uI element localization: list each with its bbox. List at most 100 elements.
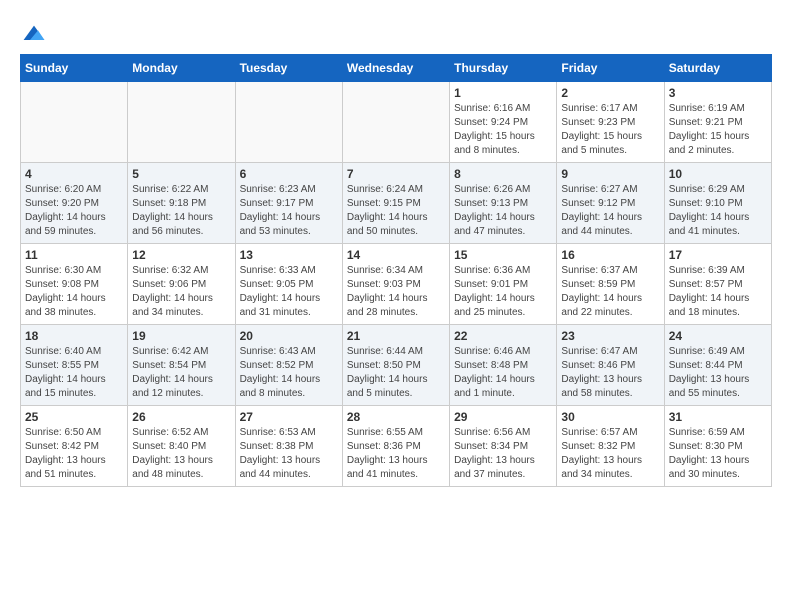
calendar-day-cell: 11 Sunrise: 6:30 AM Sunset: 9:08 PM Dayli… — [21, 244, 128, 325]
day-number: 18 — [25, 329, 123, 343]
day-number: 19 — [132, 329, 230, 343]
day-info: Sunrise: 6:17 AM Sunset: 9:23 PM Dayligh… — [561, 102, 659, 158]
calendar-week-row: 11 Sunrise: 6:30 AM Sunset: 9:08 PM Dayli… — [21, 244, 772, 325]
calendar-day-cell: 8Sunrise: 6:26 AM Sunset: 9:13 PM Daylig… — [450, 163, 557, 244]
calendar-day-cell: 3Sunrise: 6:19 AM Sunset: 9:21 PM Daylig… — [664, 82, 771, 163]
calendar-table: SundayMondayTuesdayWednesdayThursdayFrid… — [20, 54, 772, 487]
day-number: 27 — [240, 410, 338, 424]
logo-icon — [22, 20, 46, 44]
day-number: 30 — [561, 410, 659, 424]
day-info: Sunrise: 6:55 AM Sunset: 8:36 PM Dayligh… — [347, 426, 445, 482]
calendar-day-cell: 6Sunrise: 6:23 AM Sunset: 9:17 PM Daylig… — [235, 163, 342, 244]
day-number: 25 — [25, 410, 123, 424]
calendar-day-cell: 5 Sunrise: 6:22 AM Sunset: 9:18 PM Daylig… — [128, 163, 235, 244]
calendar-day-cell: 13 Sunrise: 6:33 AM Sunset: 9:05 PM Dayli… — [235, 244, 342, 325]
calendar-day-cell — [342, 82, 449, 163]
calendar-day-header: Sunday — [21, 55, 128, 82]
day-number: 31 — [669, 410, 767, 424]
day-number: 10 — [669, 167, 767, 181]
calendar-day-cell — [235, 82, 342, 163]
calendar-day-header: Thursday — [450, 55, 557, 82]
calendar-day-header: Saturday — [664, 55, 771, 82]
calendar-day-cell: 26 Sunrise: 6:52 AM Sunset: 8:40 PM Dayli… — [128, 406, 235, 487]
day-info: Sunrise: 6:46 AM Sunset: 8:48 PM Dayligh… — [454, 345, 552, 401]
day-number: 17 — [669, 248, 767, 262]
calendar-day-cell: 31 Sunrise: 6:59 AM Sunset: 8:30 PM Dayli… — [664, 406, 771, 487]
calendar-day-cell — [21, 82, 128, 163]
calendar-day-header: Wednesday — [342, 55, 449, 82]
calendar-day-cell: 19Sunrise: 6:42 AM Sunset: 8:54 PM Dayli… — [128, 325, 235, 406]
day-info: Sunrise: 6:23 AM Sunset: 9:17 PM Dayligh… — [240, 183, 338, 239]
day-info: Sunrise: 6:27 AM Sunset: 9:12 PM Dayligh… — [561, 183, 659, 239]
calendar-week-row: 1Sunrise: 6:16 AM Sunset: 9:24 PM Daylig… — [21, 82, 772, 163]
day-number: 14 — [347, 248, 445, 262]
day-info: Sunrise: 6:30 AM Sunset: 9:08 PM Dayligh… — [25, 264, 123, 320]
day-number: 20 — [240, 329, 338, 343]
day-info: Sunrise: 6:44 AM Sunset: 8:50 PM Dayligh… — [347, 345, 445, 401]
day-info: Sunrise: 6:20 AM Sunset: 9:20 PM Dayligh… — [25, 183, 123, 239]
calendar-day-cell: 21 Sunrise: 6:44 AM Sunset: 8:50 PM Dayli… — [342, 325, 449, 406]
day-number: 11 — [25, 248, 123, 262]
day-info: Sunrise: 6:39 AM Sunset: 8:57 PM Dayligh… — [669, 264, 767, 320]
logo — [20, 20, 46, 44]
day-info: Sunrise: 6:24 AM Sunset: 9:15 PM Dayligh… — [347, 183, 445, 239]
day-number: 8 — [454, 167, 552, 181]
calendar-day-cell: 29Sunrise: 6:56 AM Sunset: 8:34 PM Dayli… — [450, 406, 557, 487]
day-number: 21 — [347, 329, 445, 343]
day-info: Sunrise: 6:56 AM Sunset: 8:34 PM Dayligh… — [454, 426, 552, 482]
day-info: Sunrise: 6:50 AM Sunset: 8:42 PM Dayligh… — [25, 426, 123, 482]
calendar-day-cell: 10 Sunrise: 6:29 AM Sunset: 9:10 PM Dayli… — [664, 163, 771, 244]
day-number: 4 — [25, 167, 123, 181]
day-info: Sunrise: 6:49 AM Sunset: 8:44 PM Dayligh… — [669, 345, 767, 401]
calendar-day-cell: 16 Sunrise: 6:37 AM Sunset: 8:59 PM Dayli… — [557, 244, 664, 325]
calendar-day-cell: 15Sunrise: 6:36 AM Sunset: 9:01 PM Dayli… — [450, 244, 557, 325]
day-number: 28 — [347, 410, 445, 424]
calendar-day-cell: 27 Sunrise: 6:53 AM Sunset: 8:38 PM Dayli… — [235, 406, 342, 487]
calendar-day-cell — [128, 82, 235, 163]
day-number: 12 — [132, 248, 230, 262]
calendar-day-cell: 4 Sunrise: 6:20 AM Sunset: 9:20 PM Daylig… — [21, 163, 128, 244]
day-info: Sunrise: 6:52 AM Sunset: 8:40 PM Dayligh… — [132, 426, 230, 482]
calendar-day-cell: 30 Sunrise: 6:57 AM Sunset: 8:32 PM Dayli… — [557, 406, 664, 487]
calendar-header-row: SundayMondayTuesdayWednesdayThursdayFrid… — [21, 55, 772, 82]
day-info: Sunrise: 6:40 AM Sunset: 8:55 PM Dayligh… — [25, 345, 123, 401]
calendar-day-cell: 23 Sunrise: 6:47 AM Sunset: 8:46 PM Dayli… — [557, 325, 664, 406]
day-number: 5 — [132, 167, 230, 181]
day-info: Sunrise: 6:16 AM Sunset: 9:24 PM Dayligh… — [454, 102, 552, 158]
day-info: Sunrise: 6:37 AM Sunset: 8:59 PM Dayligh… — [561, 264, 659, 320]
day-info: Sunrise: 6:22 AM Sunset: 9:18 PM Dayligh… — [132, 183, 230, 239]
day-number: 23 — [561, 329, 659, 343]
day-info: Sunrise: 6:53 AM Sunset: 8:38 PM Dayligh… — [240, 426, 338, 482]
day-number: 16 — [561, 248, 659, 262]
day-info: Sunrise: 6:59 AM Sunset: 8:30 PM Dayligh… — [669, 426, 767, 482]
calendar-day-cell: 7 Sunrise: 6:24 AM Sunset: 9:15 PM Daylig… — [342, 163, 449, 244]
calendar-week-row: 25 Sunrise: 6:50 AM Sunset: 8:42 PM Dayli… — [21, 406, 772, 487]
day-number: 13 — [240, 248, 338, 262]
calendar-day-cell: 2Sunrise: 6:17 AM Sunset: 9:23 PM Daylig… — [557, 82, 664, 163]
calendar-day-cell: 18 Sunrise: 6:40 AM Sunset: 8:55 PM Dayli… — [21, 325, 128, 406]
day-info: Sunrise: 6:47 AM Sunset: 8:46 PM Dayligh… — [561, 345, 659, 401]
day-info: Sunrise: 6:32 AM Sunset: 9:06 PM Dayligh… — [132, 264, 230, 320]
day-number: 24 — [669, 329, 767, 343]
day-info: Sunrise: 6:36 AM Sunset: 9:01 PM Dayligh… — [454, 264, 552, 320]
day-info: Sunrise: 6:33 AM Sunset: 9:05 PM Dayligh… — [240, 264, 338, 320]
calendar-day-header: Monday — [128, 55, 235, 82]
day-info: Sunrise: 6:57 AM Sunset: 8:32 PM Dayligh… — [561, 426, 659, 482]
day-number: 9 — [561, 167, 659, 181]
calendar-day-cell: 24 Sunrise: 6:49 AM Sunset: 8:44 PM Dayli… — [664, 325, 771, 406]
day-number: 26 — [132, 410, 230, 424]
calendar-day-cell: 28 Sunrise: 6:55 AM Sunset: 8:36 PM Dayli… — [342, 406, 449, 487]
calendar-day-cell: 22Sunrise: 6:46 AM Sunset: 8:48 PM Dayli… — [450, 325, 557, 406]
day-info: Sunrise: 6:34 AM Sunset: 9:03 PM Dayligh… — [347, 264, 445, 320]
day-info: Sunrise: 6:19 AM Sunset: 9:21 PM Dayligh… — [669, 102, 767, 158]
calendar-day-cell: 20Sunrise: 6:43 AM Sunset: 8:52 PM Dayli… — [235, 325, 342, 406]
calendar-week-row: 4 Sunrise: 6:20 AM Sunset: 9:20 PM Daylig… — [21, 163, 772, 244]
calendar-day-header: Friday — [557, 55, 664, 82]
calendar-day-cell: 1Sunrise: 6:16 AM Sunset: 9:24 PM Daylig… — [450, 82, 557, 163]
calendar-week-row: 18 Sunrise: 6:40 AM Sunset: 8:55 PM Dayli… — [21, 325, 772, 406]
day-info: Sunrise: 6:29 AM Sunset: 9:10 PM Dayligh… — [669, 183, 767, 239]
calendar-day-header: Tuesday — [235, 55, 342, 82]
calendar-day-cell: 9 Sunrise: 6:27 AM Sunset: 9:12 PM Daylig… — [557, 163, 664, 244]
calendar-day-cell: 14 Sunrise: 6:34 AM Sunset: 9:03 PM Dayli… — [342, 244, 449, 325]
day-number: 7 — [347, 167, 445, 181]
